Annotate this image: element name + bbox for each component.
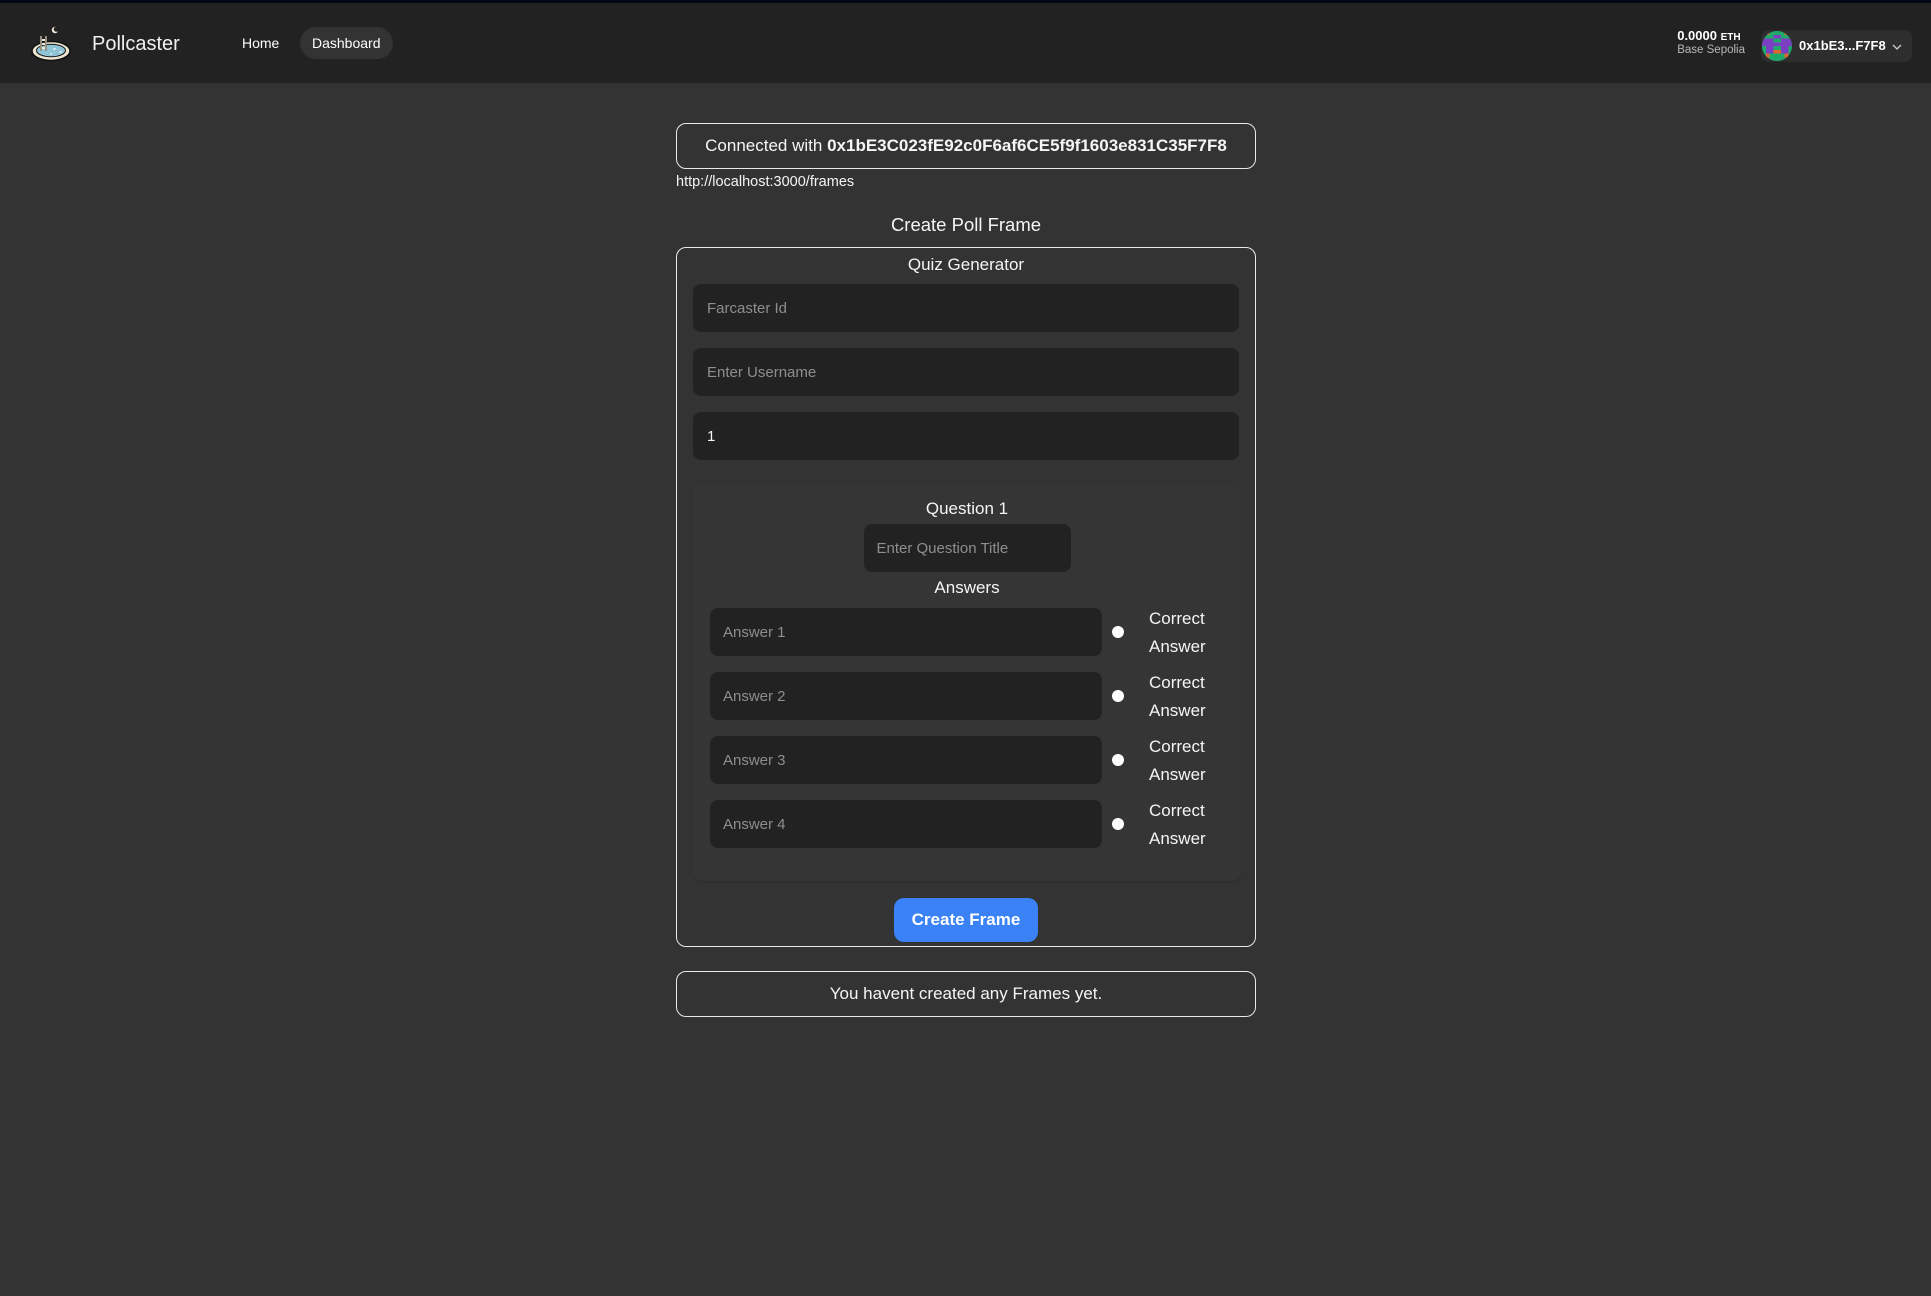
correct-answer-label: Correct Answer [1149, 737, 1206, 784]
balance-value: 0.0000 [1677, 28, 1717, 43]
correct-answer-3-radio[interactable] [1112, 754, 1124, 766]
correct-answer-4-radio[interactable] [1112, 818, 1124, 830]
wallet-balance: 0.0000 ETH Base Sepolia [1677, 28, 1745, 56]
question-title-input[interactable] [863, 524, 1071, 572]
question-count-input[interactable] [693, 412, 1239, 460]
chevron-down-icon [1891, 40, 1903, 52]
create-frame-button[interactable]: Create Frame [894, 898, 1038, 942]
question-card: Question 1 Answers Correct Answer Correc… [693, 484, 1241, 881]
pollcaster-logo-icon[interactable] [29, 24, 73, 64]
network-name: Base Sepolia [1677, 44, 1745, 56]
answers-label: Answers [934, 578, 1000, 597]
username-input[interactable] [693, 348, 1239, 396]
main-content: Connected with 0x1bE3C023fE92c0F6af6CE5f… [676, 123, 1256, 1017]
farcaster-id-input[interactable] [693, 284, 1239, 332]
answer-row: Correct Answer [693, 800, 1241, 848]
answer-3-input[interactable] [710, 736, 1102, 784]
balance-unit: ETH [1720, 32, 1741, 43]
brand-name[interactable]: Pollcaster [92, 33, 180, 56]
account-address: 0x1bE3...F7F8 [1799, 38, 1886, 53]
correct-answer-label: Correct Answer [1149, 801, 1206, 848]
quiz-generator-card: Quiz Generator Question 1 Answers Correc… [676, 247, 1256, 947]
connected-banner: Connected with 0x1bE3C023fE92c0F6af6CE5f… [676, 123, 1256, 169]
correct-answer-label: Correct Answer [1149, 673, 1206, 720]
answer-row: Correct Answer [693, 608, 1241, 656]
frames-url: http://localhost:3000/frames [676, 174, 855, 190]
balance-amount: 0.0000 ETH [1677, 28, 1745, 43]
connected-address: 0x1bE3C023fE92c0F6af6CE5f9f1603e831C35F7… [827, 136, 1227, 155]
answer-row: Correct Answer [693, 736, 1241, 784]
nav-dashboard[interactable]: Dashboard [300, 27, 393, 59]
avatar [1762, 31, 1792, 61]
page-title: Create Poll Frame [890, 214, 1042, 235]
frames-empty-state: You havent created any Frames yet. [676, 971, 1256, 1017]
nav-home[interactable]: Home [230, 27, 291, 59]
card-title: Quiz Generator [907, 255, 1025, 274]
answer-2-input[interactable] [710, 672, 1102, 720]
answer-row: Correct Answer [693, 672, 1241, 720]
answer-4-input[interactable] [710, 800, 1102, 848]
correct-answer-label: Correct Answer [1149, 609, 1206, 656]
top-navbar: Pollcaster Home Dashboard 0.0000 ETH Bas… [0, 3, 1931, 83]
correct-answer-2-radio[interactable] [1112, 690, 1124, 702]
connected-prefix: Connected with [705, 136, 823, 155]
correct-answer-1-radio[interactable] [1112, 626, 1124, 638]
answer-1-input[interactable] [710, 608, 1102, 656]
question-label: Question 1 [925, 499, 1009, 518]
account-button[interactable]: 0x1bE3...F7F8 [1761, 30, 1912, 62]
